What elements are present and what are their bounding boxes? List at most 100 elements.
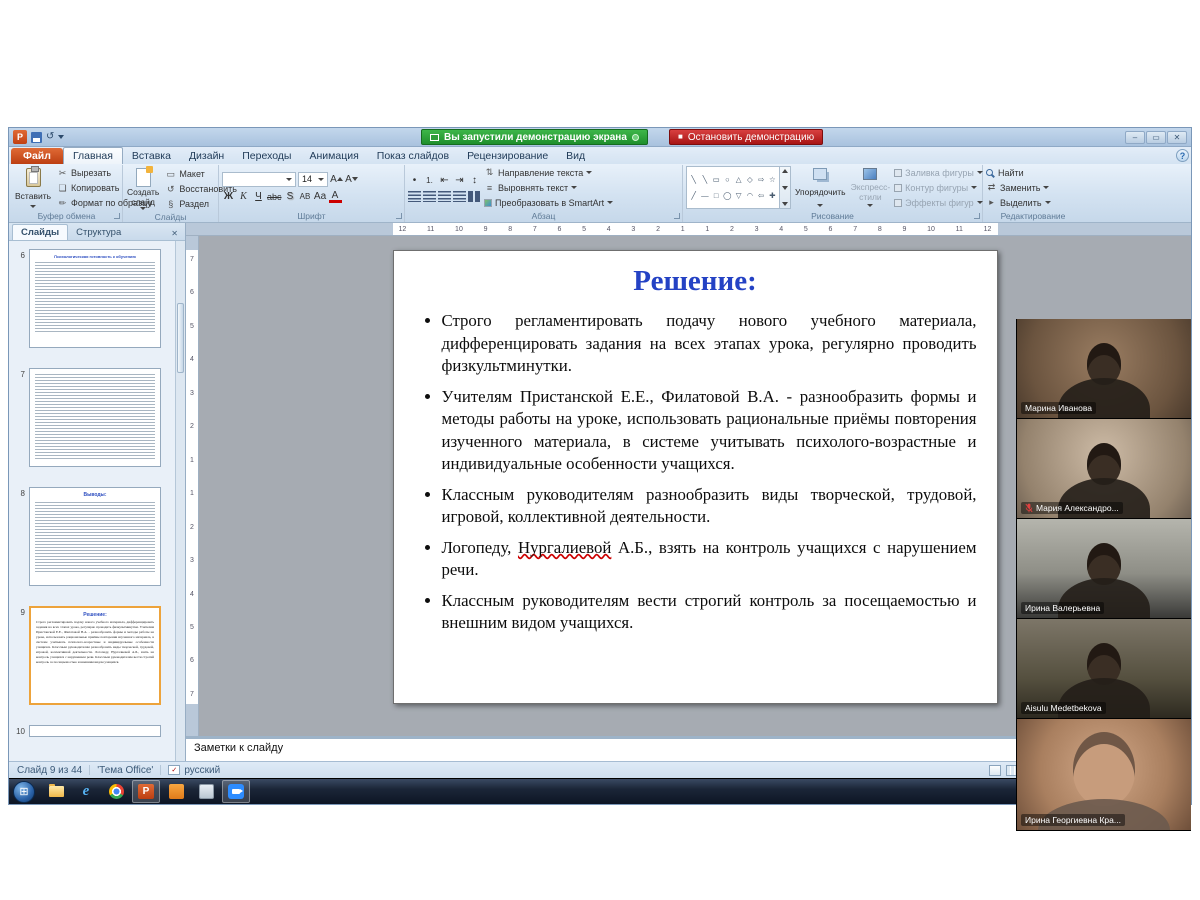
find-button[interactable]: Найти	[986, 166, 1051, 179]
ribbon-tab[interactable]: Дизайн	[180, 148, 233, 164]
dialog-launcher-icon[interactable]	[674, 213, 680, 219]
font-color-button[interactable]: А	[329, 190, 342, 203]
stop-share-button[interactable]: ■ Остановить демонстрацию	[669, 129, 823, 145]
shape-glyph[interactable]: □	[714, 191, 719, 200]
save-icon[interactable]	[31, 132, 42, 143]
shape-glyph[interactable]: ◠	[747, 191, 754, 200]
ribbon-tab[interactable]: Анимация	[300, 148, 367, 164]
shape-glyph[interactable]: ╲	[703, 175, 708, 184]
help-icon[interactable]: ?	[1176, 149, 1189, 162]
undo-icon[interactable]: ↺	[46, 132, 54, 142]
numbering-button[interactable]: 1.	[423, 173, 436, 187]
justify-button[interactable]	[453, 191, 466, 202]
text-shadow-button[interactable]: S	[284, 190, 297, 204]
language-indicator[interactable]: русский	[184, 765, 220, 776]
slide-9-thumbnail[interactable]: 9 Решение: Строго регламентировать подач…	[13, 606, 171, 705]
ribbon-tab[interactable]: Вставка	[123, 148, 180, 164]
convert-smartart-button[interactable]: Преобразовать в SmartArt	[484, 196, 613, 209]
align-left-button[interactable]	[408, 191, 421, 202]
shape-glyph[interactable]: ○	[725, 175, 730, 184]
slide-8-thumbnail[interactable]: 8 Выводы:	[13, 487, 171, 586]
align-right-button[interactable]	[438, 191, 451, 202]
slide-bullet[interactable]: Классным руководителям разнообразить вид…	[442, 484, 977, 529]
underline-button[interactable]: Ч	[252, 190, 265, 204]
slide-bullet[interactable]: Строго регламентировать подачу нового уч…	[442, 310, 977, 378]
shape-glyph[interactable]: ╲	[691, 175, 696, 184]
slide-title[interactable]: Решение:	[414, 265, 977, 298]
dialog-launcher-icon[interactable]	[114, 213, 120, 219]
horizontal-ruler[interactable]: 121110987654321123456789101112	[186, 223, 1191, 236]
text-direction-button[interactable]: ⇅Направление текста	[484, 166, 613, 179]
taskbar-orange-app-button[interactable]	[162, 780, 190, 803]
panel-scrollbar-thumb[interactable]	[177, 303, 184, 373]
participant-tile[interactable]: Ирина Валерьевна	[1017, 519, 1191, 619]
increase-indent-button[interactable]: ⇥	[453, 173, 466, 187]
ribbon-tab[interactable]: Рецензирование	[458, 148, 557, 164]
taskbar-chrome-button[interactable]	[102, 780, 130, 803]
decrease-indent-button[interactable]: ⇤	[438, 173, 451, 187]
slide-6-thumbnail[interactable]: 6 Психологическая готовность к обучению	[13, 249, 171, 348]
taskbar-zoom-button[interactable]	[222, 780, 250, 803]
character-spacing-button[interactable]: АВ	[299, 190, 312, 204]
columns-button[interactable]	[468, 191, 481, 202]
italic-button[interactable]: К	[237, 190, 250, 204]
font-name-select[interactable]	[222, 172, 296, 187]
taskbar-ie-button[interactable]: e	[72, 780, 100, 803]
participant-tile[interactable]: Марина Иванова	[1017, 319, 1191, 419]
shape-glyph[interactable]: ☆	[769, 175, 776, 184]
shape-fill-button[interactable]: Заливка фигуры	[894, 166, 983, 179]
ribbon-tab[interactable]: Вид	[557, 148, 594, 164]
maximize-button[interactable]: ▭	[1146, 131, 1166, 144]
panel-tab[interactable]: Слайды	[12, 224, 68, 240]
bullets-button[interactable]: •	[408, 173, 421, 187]
ribbon-tab[interactable]: Показ слайдов	[368, 148, 458, 164]
close-button[interactable]: ✕	[1167, 131, 1187, 144]
ribbon-tab[interactable]: Файл	[11, 148, 63, 164]
slide-7-thumbnail[interactable]: 7	[13, 368, 171, 467]
shape-effects-button[interactable]: Эффекты фигур	[894, 196, 983, 209]
taskbar-app-button[interactable]	[192, 780, 220, 803]
shape-glyph[interactable]: ▭	[713, 175, 720, 184]
strikethrough-button[interactable]: abc	[267, 190, 282, 204]
paste-button[interactable]: Вставить	[14, 166, 52, 210]
shape-glyph[interactable]: ⇨	[758, 175, 764, 184]
align-text-button[interactable]: ≡Выровнять текст	[484, 181, 613, 194]
grow-font-button[interactable]: А	[330, 172, 343, 186]
new-slide-button[interactable]: Создать слайд	[126, 166, 160, 212]
participant-tile[interactable]: Aisulu Medetbekova	[1017, 619, 1191, 719]
quick-styles-button[interactable]: Экспресс-стили	[850, 166, 892, 209]
shape-glyph[interactable]: ▽	[736, 191, 742, 200]
qat-dropdown-icon[interactable]	[58, 135, 64, 139]
replace-button[interactable]: ⇄Заменить	[986, 181, 1051, 194]
ribbon-tab[interactable]: Главная	[63, 147, 123, 164]
shape-glyph[interactable]: ✚	[769, 191, 775, 200]
slide-bullet[interactable]: Классным руководителям вести строгий кон…	[442, 590, 977, 635]
shapes-gallery[interactable]: ╲╲▭○△◇⇨☆╱—□◯▽◠⇦✚	[686, 166, 780, 209]
slide-bullet[interactable]: Учителям Пристанской Е.Е., Филатовой В.А…	[442, 386, 977, 476]
shape-glyph[interactable]: ⇦	[758, 191, 764, 200]
arrange-button[interactable]: Упорядочить	[794, 166, 847, 209]
ribbon-tab[interactable]: Переходы	[233, 148, 300, 164]
font-size-select[interactable]: 14	[298, 172, 328, 187]
panel-close-icon[interactable]: ✕	[167, 227, 182, 240]
shape-outline-button[interactable]: Контур фигуры	[894, 181, 983, 194]
shape-glyph[interactable]: ◯	[723, 191, 731, 200]
taskbar-explorer-button[interactable]	[42, 780, 70, 803]
participant-tile[interactable]: Мария Александро...	[1017, 419, 1191, 519]
dialog-launcher-icon[interactable]	[974, 213, 980, 219]
vertical-ruler[interactable]: 76543211234567	[186, 236, 199, 736]
change-case-button[interactable]: Аа	[314, 190, 327, 204]
line-spacing-button[interactable]: ↕	[468, 173, 481, 187]
participant-tile[interactable]: Ирина Георгиевна Кра...	[1017, 719, 1191, 831]
shape-glyph[interactable]: △	[736, 175, 742, 184]
powerpoint-app-icon[interactable]: P	[13, 130, 27, 144]
shape-glyph[interactable]: ◇	[747, 175, 753, 184]
minimize-button[interactable]: –	[1125, 131, 1145, 144]
shape-glyph[interactable]: —	[701, 191, 709, 200]
shrink-font-button[interactable]: А	[345, 172, 358, 186]
shapes-gallery-scrollbar[interactable]	[780, 166, 791, 209]
align-center-button[interactable]	[423, 191, 436, 202]
panel-scrollbar[interactable]	[175, 241, 185, 761]
theme-name[interactable]: 'Тема Office'	[97, 765, 153, 776]
slide-10-thumbnail[interactable]: 10	[13, 725, 171, 737]
